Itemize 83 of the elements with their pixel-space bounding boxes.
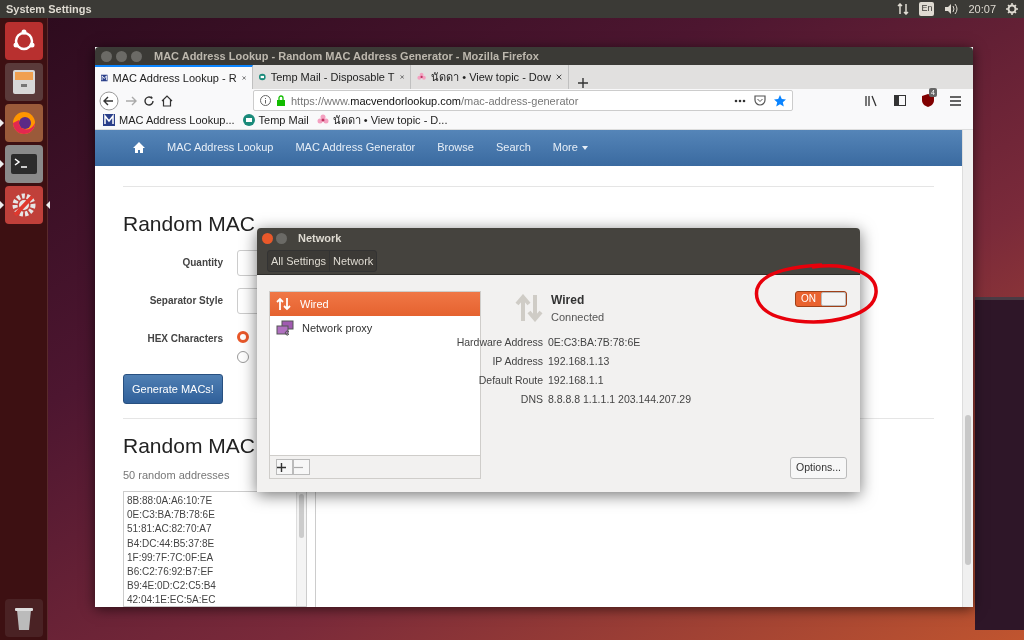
radio-button[interactable] (237, 330, 249, 343)
window-title: Network (298, 230, 342, 246)
close-button[interactable] (262, 232, 273, 244)
field-label: Hardware Address (455, 335, 543, 351)
bookmark-item[interactable]: นัดดา • View topic - D... (316, 112, 448, 129)
bookmark-label: นัดดา • View topic - D... (332, 113, 448, 129)
radio-button[interactable] (237, 350, 249, 363)
field-value: 192.168.1.1 (548, 373, 604, 389)
close-icon[interactable] (399, 73, 404, 82)
window-title: MAC Address Lookup - Random MAC Address Generator - Mozilla Firefox (154, 48, 539, 64)
plus-icon (277, 462, 286, 472)
sidebar-icon[interactable] (894, 95, 906, 107)
page-heading: Random MAC (123, 210, 255, 236)
keyboard-indicator[interactable]: En (919, 2, 935, 16)
mac-address: 8B:88:0A:A6:10:7E (127, 494, 214, 508)
nav-link[interactable]: MAC Address Lookup (167, 139, 274, 156)
browser-tab[interactable]: MAC Address Lookup - R (95, 65, 253, 90)
address-bar[interactable]: https://www.macvendorlookup.com/mac-address-generator (253, 90, 793, 112)
mac-address: B4:DC:44:B5:37:8E (127, 536, 216, 551)
library-icon[interactable] (865, 94, 878, 107)
star-icon[interactable] (774, 94, 786, 107)
caret-icon[interactable] (581, 145, 588, 150)
options-button[interactable]: Options... (790, 457, 847, 479)
breadcrumb-button[interactable]: Network (329, 250, 377, 272)
mac-address: 1F:99:7F:7C:0F:EA (127, 550, 215, 565)
field-label: IP Address (491, 354, 543, 370)
device-label: Network proxy (302, 320, 373, 336)
field-label: HEX Characters (146, 332, 223, 347)
tab-title: Temp Mail - Disposable T (270, 70, 395, 86)
shield-icon[interactable] (922, 94, 934, 108)
more-icon[interactable] (734, 98, 746, 103)
nav-link[interactable]: MAC Address Generator (295, 139, 416, 156)
nav-link[interactable]: Browse (437, 139, 474, 156)
home-icon[interactable] (161, 94, 173, 107)
monitors-icon (276, 320, 294, 336)
mac-address: 42:04:1E:EC:5A:EC (127, 593, 217, 607)
volume-icon[interactable] (944, 3, 959, 15)
reload-icon[interactable] (143, 94, 155, 107)
mac-address: 0E:C3:BA:7B:78:6E (127, 508, 216, 523)
plus-icon[interactable] (577, 77, 589, 90)
bookmark-label: MAC Address Lookup... (119, 113, 235, 129)
device-label: Wired (300, 296, 329, 312)
field-value: 8.8.8.8 1.1.1.1 203.144.207.29 (548, 392, 692, 408)
scrollbar-thumb[interactable] (299, 494, 304, 538)
field-label: Separator Style (148, 294, 223, 309)
bookmark-item[interactable]: Temp Mail (242, 112, 309, 129)
bookmark-item[interactable]: MAC Address Lookup... (103, 112, 235, 129)
page-heading: Random MAC (123, 433, 255, 459)
nav-link[interactable]: Search (495, 139, 531, 156)
scrollbar-thumb[interactable] (965, 414, 971, 565)
info-icon (260, 95, 271, 107)
connection-name: Wired (551, 292, 586, 309)
mac-address: B6:C2:76:92:B7:EF (127, 565, 215, 579)
field-label: DNS (519, 392, 543, 408)
tab-title: MAC Address Lookup - R (112, 71, 237, 87)
field-value: 192.168.1.13 (548, 354, 610, 370)
up-down-arrows-icon (276, 297, 292, 311)
tab-title: นัดดา • View topic - Dow (431, 70, 551, 86)
field-label: Default Route (477, 373, 543, 389)
gear-icon[interactable] (1006, 3, 1018, 15)
nav-link[interactable]: More (552, 139, 578, 156)
mac-address: 51:81:AC:82:70:A7 (127, 522, 213, 537)
url-text: https://www.macvendorlookup.com/mac-address-generator (291, 93, 579, 109)
close-icon[interactable] (241, 74, 246, 83)
pocket-icon[interactable] (754, 95, 766, 107)
field-label: Quantity (181, 256, 223, 271)
subtitle: 50 random addresses (123, 467, 230, 483)
lock-icon (276, 95, 286, 107)
panel-title: System Settings (6, 1, 92, 17)
breadcrumb-button[interactable]: All Settings (268, 250, 330, 272)
generate-button[interactable]: Generate MACs! (123, 373, 223, 405)
mac-address: B9:4E:0D:C2:C5:B4 (127, 579, 217, 594)
back-icon[interactable] (99, 90, 119, 111)
menu-icon[interactable] (950, 95, 961, 106)
network-icon[interactable] (897, 3, 910, 15)
add-button[interactable] (276, 459, 293, 475)
connection-status: Connected (551, 310, 605, 325)
clock[interactable]: 20:07 (968, 0, 996, 18)
close-icon[interactable] (555, 73, 562, 82)
up-down-arrows-icon (515, 294, 543, 323)
bookmark-label: Temp Mail (258, 113, 309, 129)
text-area[interactable]: 8B:88:0A:A6:10:7E 0E:C3:BA:7B:78:6E 51:81:AC:82:70:A7 B4:DC:44:B5:37:8E 1F:99:7F:7C:0F:EA B6:C2:76:92:B7:EF B9:4E:0D:C2:C5:B4 42:04:1E:EC:5A:EC (123, 491, 307, 607)
field-value: 0E:C3:BA:7B:78:6E (548, 335, 641, 351)
